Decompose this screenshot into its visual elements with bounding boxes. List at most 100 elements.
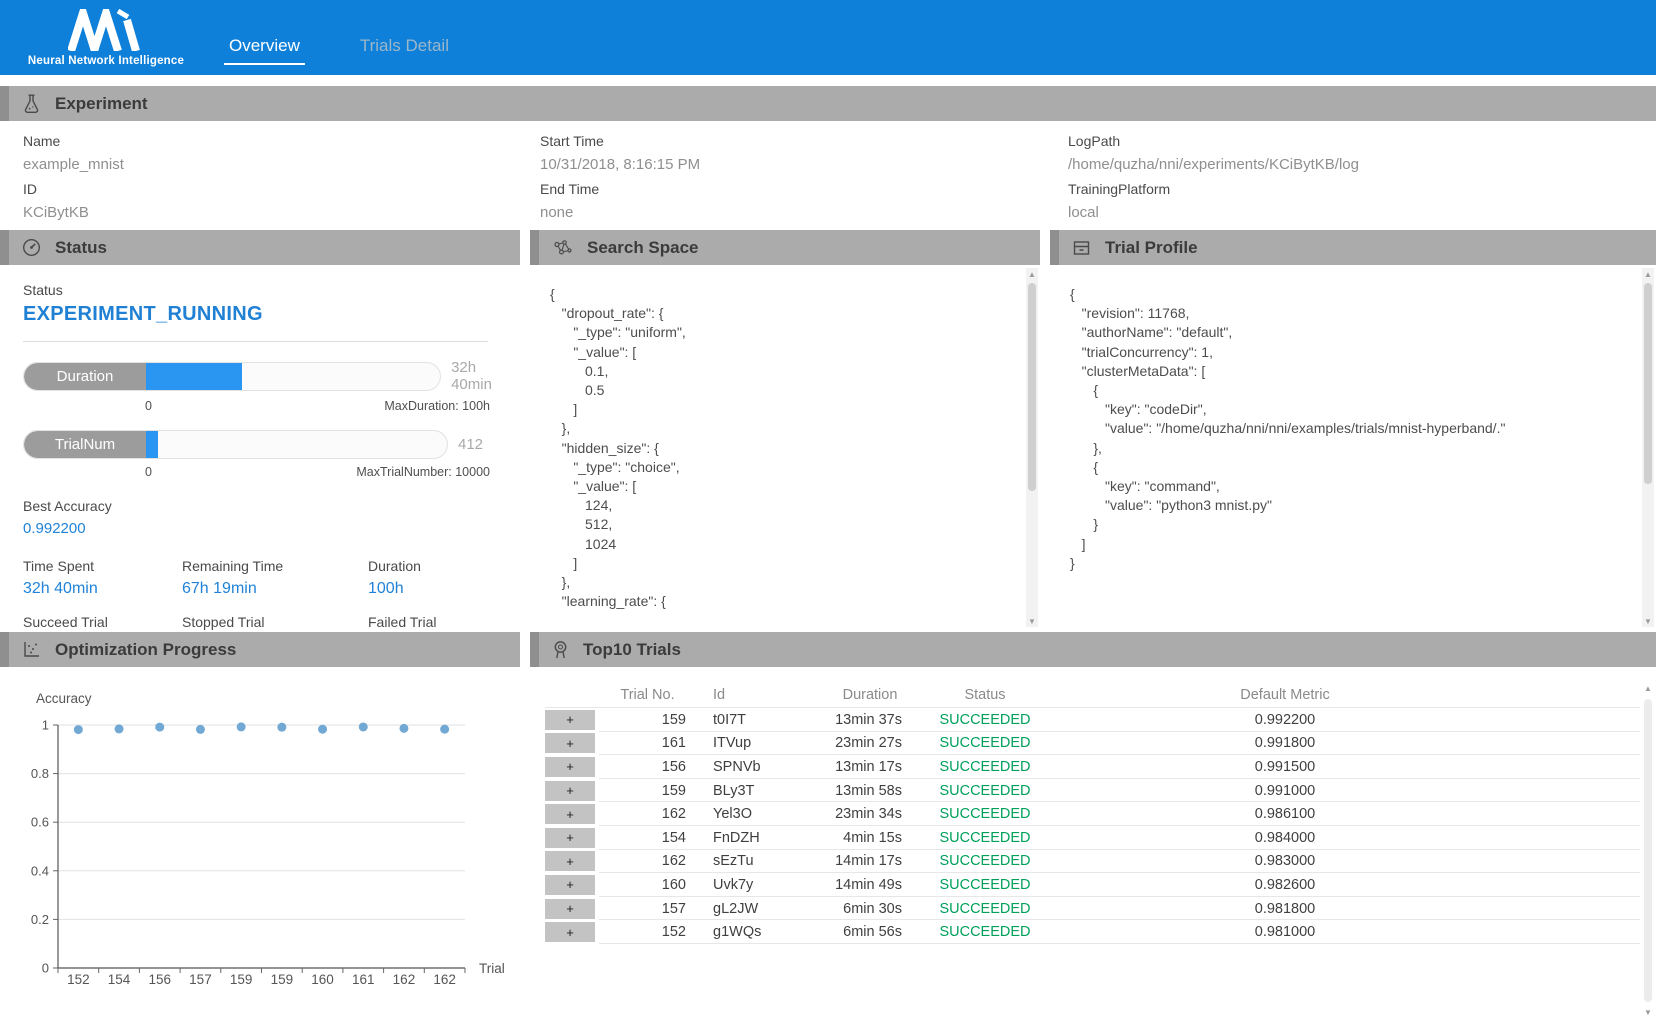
cell-default-metric: 0.991500 — [1060, 759, 1510, 775]
best-accuracy-label: Best Accuracy — [23, 498, 520, 514]
experiment-id: KCiBytKB — [23, 204, 540, 221]
cell-trial-no: 160 — [595, 877, 700, 893]
cell-duration: 23min 34s — [830, 806, 910, 822]
cell-trial-no: 159 — [595, 712, 700, 728]
col-duration: Duration — [830, 687, 910, 703]
cell-default-metric: 0.982600 — [1060, 877, 1510, 893]
cell-trial-id: Yel3O — [700, 806, 830, 822]
end-time-label: End Time — [540, 181, 1068, 197]
scroll-up-icon[interactable]: ▲ — [1026, 268, 1038, 280]
table-row: +161ITVup23min 27sSUCCEEDED0.991800 — [545, 732, 1640, 756]
cell-status: SUCCEEDED — [910, 924, 1060, 940]
trialnum-value: 412 — [458, 436, 483, 453]
trial-profile-scrollbar[interactable]: ▲ ▼ — [1642, 268, 1654, 627]
table-row: +159BLy3T13min 58sSUCCEEDED0.991000 — [545, 779, 1640, 803]
scroll-up-icon[interactable]: ▲ — [1642, 682, 1654, 694]
table-row: +162Yel3O23min 34sSUCCEEDED0.986100 — [545, 802, 1640, 826]
expand-row-button[interactable]: + — [545, 781, 595, 801]
cell-trial-no: 154 — [595, 830, 700, 846]
scroll-down-icon[interactable]: ▼ — [1642, 1006, 1654, 1018]
name-label: Name — [23, 133, 540, 149]
cell-trial-id: Uvk7y — [700, 877, 830, 893]
trialnum-progress-bar: TrialNum — [23, 430, 448, 459]
cell-duration: 6min 30s — [830, 901, 910, 917]
experiment-status-value: EXPERIMENT_RUNNING — [23, 303, 520, 326]
scatter-point[interactable] — [115, 724, 124, 733]
scatter-point[interactable] — [440, 725, 449, 734]
search-space-header-bar: Search Space — [530, 230, 1040, 265]
cell-status: SUCCEEDED — [910, 877, 1060, 893]
scatter-point[interactable] — [237, 722, 246, 731]
training-platform-value: local — [1068, 204, 1656, 221]
trialnum-bar-track — [146, 431, 447, 458]
status-field-label: Status — [23, 282, 520, 298]
svg-text:Trial: Trial — [479, 961, 505, 976]
cell-trial-id: BLy3T — [700, 783, 830, 799]
trialnum-min-label: 0 — [145, 465, 152, 479]
svg-text:159: 159 — [271, 972, 294, 987]
scrollbar-thumb[interactable] — [1028, 283, 1036, 491]
expand-row-button[interactable]: + — [545, 922, 595, 942]
scatter-point[interactable] — [277, 723, 286, 732]
cell-trial-no: 152 — [595, 924, 700, 940]
expand-row-button[interactable]: + — [545, 804, 595, 824]
scatter-point[interactable] — [359, 722, 368, 731]
medal-icon — [552, 640, 569, 660]
scroll-down-icon[interactable]: ▼ — [1026, 615, 1038, 627]
duration-bar-fill — [146, 363, 242, 390]
tab-overview[interactable]: Overview — [224, 36, 305, 65]
scroll-up-icon[interactable]: ▲ — [1642, 268, 1654, 280]
cell-default-metric: 0.986100 — [1060, 806, 1510, 822]
expand-row-button[interactable]: + — [545, 875, 595, 895]
status-panel: Status Status EXPERIMENT_RUNNING Duratio… — [0, 230, 520, 630]
duration-label: Duration — [368, 558, 520, 574]
col-status: Status — [910, 687, 1060, 703]
max-trialnum-label: MaxTrialNumber: 10000 — [356, 465, 490, 479]
svg-text:0.8: 0.8 — [31, 766, 49, 781]
cell-status: SUCCEEDED — [910, 853, 1060, 869]
scatter-point[interactable] — [74, 725, 83, 734]
scroll-down-icon[interactable]: ▼ — [1642, 615, 1654, 627]
col-default-metric: Default Metric — [1060, 687, 1510, 703]
training-platform-label: TrainingPlatform — [1068, 181, 1656, 197]
svg-text:162: 162 — [433, 972, 456, 987]
expand-row-button[interactable]: + — [545, 851, 595, 871]
cell-trial-no: 159 — [595, 783, 700, 799]
gauge-icon — [22, 238, 41, 257]
expand-row-button[interactable]: + — [545, 757, 595, 777]
expand-row-button[interactable]: + — [545, 899, 595, 919]
duration-bar-label: Duration — [24, 363, 146, 390]
cell-duration: 14min 17s — [830, 853, 910, 869]
end-time-value: none — [540, 204, 1068, 221]
cell-trial-no: 157 — [595, 901, 700, 917]
trial-profile-title: Trial Profile — [1105, 238, 1198, 258]
nav-tabs: Overview Trials Detail — [224, 36, 454, 65]
expand-row-button[interactable]: + — [545, 733, 595, 753]
cell-status: SUCCEEDED — [910, 806, 1060, 822]
table-row: +160Uvk7y14min 49sSUCCEEDED0.982600 — [545, 873, 1640, 897]
logpath-value: /home/quzha/nni/experiments/KCiBytKB/log — [1068, 156, 1656, 173]
expand-row-button[interactable]: + — [545, 710, 595, 730]
duration-progress-bar: Duration — [23, 362, 441, 391]
scatter-point[interactable] — [399, 724, 408, 733]
scatter-point[interactable] — [196, 725, 205, 734]
tab-trials-detail[interactable]: Trials Detail — [355, 36, 454, 65]
cell-duration: 13min 17s — [830, 759, 910, 775]
table-row: +152g1WQs6min 56sSUCCEEDED0.981000 — [545, 920, 1640, 944]
cell-duration: 6min 56s — [830, 924, 910, 940]
expand-row-button[interactable]: + — [545, 828, 595, 848]
table-header-row: Trial No. Id Duration Status Default Met… — [545, 682, 1640, 708]
scatter-point[interactable] — [318, 725, 327, 734]
start-time-value: 10/31/2018, 8:16:15 PM — [540, 156, 1068, 173]
flask-icon — [22, 94, 41, 113]
time-spent-value: 32h 40min — [23, 580, 182, 598]
top10-title: Top10 Trials — [583, 640, 681, 660]
scrollbar-thumb[interactable] — [1644, 699, 1652, 1002]
svg-text:0.4: 0.4 — [31, 863, 49, 878]
search-space-scrollbar[interactable]: ▲ ▼ — [1026, 268, 1038, 627]
scrollbar-thumb[interactable] — [1644, 283, 1652, 484]
scatter-point[interactable] — [155, 723, 164, 732]
molecule-icon — [552, 239, 573, 257]
cell-status: SUCCEEDED — [910, 759, 1060, 775]
top10-trials-panel: Top10 Trials Trial No. Id Duration Statu… — [530, 632, 1656, 1030]
